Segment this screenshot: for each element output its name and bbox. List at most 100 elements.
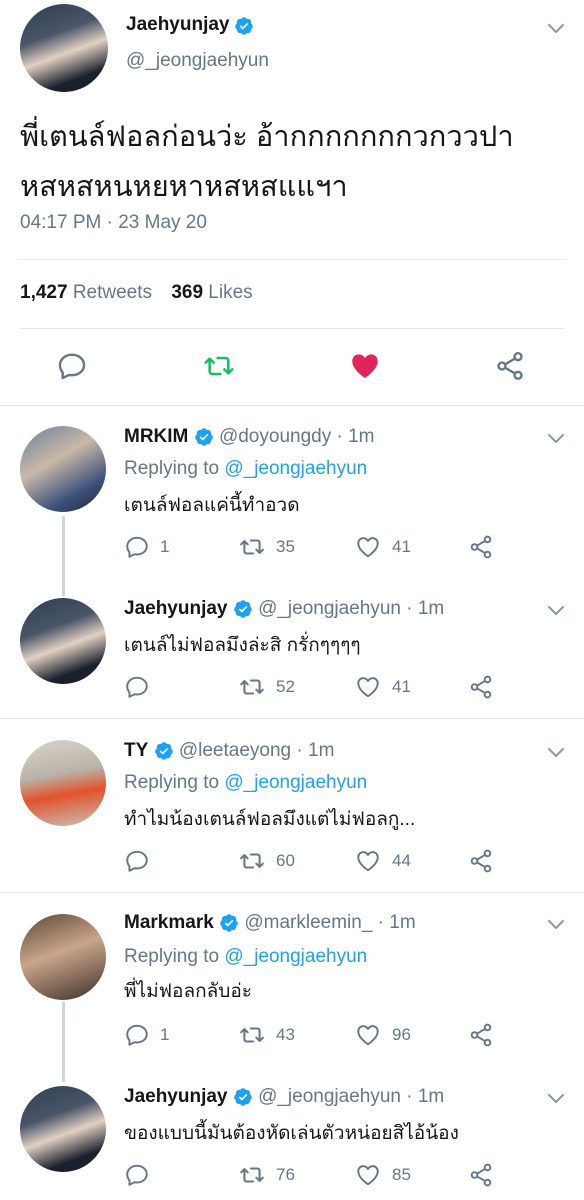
like-count: 44: [392, 851, 411, 870]
retweet-icon[interactable]: [238, 848, 266, 874]
reply-action[interactable]: 1: [124, 1022, 169, 1048]
reply-tweet[interactable]: Jaehyunjay @_jeongjaehyun · 1m ของแบบนี้…: [0, 1074, 584, 1200]
reply-time: · 1m: [336, 426, 375, 447]
replying-to-handle[interactable]: @_jeongjaehyun: [224, 458, 367, 479]
reply-text: เตนล์ฟอลแค่นี้ทำอวด: [124, 495, 300, 516]
author-name[interactable]: Jaehyunjay: [126, 14, 230, 35]
reply-icon[interactable]: [124, 674, 150, 700]
share-icon[interactable]: [468, 674, 494, 700]
chevron-down-icon[interactable]: [544, 598, 568, 622]
like-action[interactable]: 44: [354, 848, 411, 874]
replying-to-label: Replying to: [124, 946, 220, 967]
author-handle[interactable]: @_jeongjaehyun: [126, 50, 269, 72]
retweet-action[interactable]: 43: [238, 1022, 295, 1048]
retweet-action[interactable]: 35: [238, 534, 295, 560]
reply-count: 1: [160, 1025, 170, 1044]
author-avatar[interactable]: [20, 4, 108, 92]
reply-action[interactable]: [124, 848, 150, 874]
reply-author-name[interactable]: Jaehyunjay: [124, 1086, 228, 1107]
divider: [20, 259, 564, 260]
retweet-icon[interactable]: [238, 1022, 266, 1048]
reply-icon[interactable]: [124, 848, 150, 874]
chevron-down-icon[interactable]: [544, 16, 568, 40]
chevron-down-icon[interactable]: [544, 740, 568, 764]
reply-action[interactable]: 1: [124, 534, 169, 560]
retweets-stat[interactable]: 1,427 Retweets: [20, 282, 152, 303]
verified-badge-icon: [219, 913, 239, 933]
retweets-count: 1,427: [20, 282, 68, 303]
retweet-icon[interactable]: [238, 674, 266, 700]
section-divider: [0, 718, 584, 719]
reply-tweet[interactable]: TY @leetaeyong · 1m Replying to @_jeongj…: [0, 728, 584, 892]
reply-text: ทำไมน้องเตนล์ฟอลมึงแต่ไม่ฟอลกู...: [124, 809, 416, 830]
reply-avatar[interactable]: [20, 740, 106, 826]
heart-icon[interactable]: [354, 1162, 382, 1188]
likes-stat[interactable]: 369 Likes: [171, 282, 252, 303]
reply-avatar[interactable]: [20, 598, 106, 684]
reply-action[interactable]: [124, 1162, 150, 1188]
reply-avatar[interactable]: [20, 426, 106, 512]
reply-author-handle[interactable]: @doyoungdy: [219, 426, 331, 447]
reply-author-name[interactable]: TY: [124, 740, 148, 761]
reply-avatar[interactable]: [20, 914, 106, 1000]
share-action[interactable]: [468, 1162, 494, 1188]
reply-text: เตนล์ไม่ฟอลมึงล่ะสิ กรั่กๆๆๆๆ: [124, 635, 361, 656]
reply-author-handle[interactable]: @leetaeyong: [179, 740, 291, 761]
replying-to-handle[interactable]: @_jeongjaehyun: [224, 772, 367, 793]
chevron-down-icon[interactable]: [544, 426, 568, 450]
chevron-down-icon[interactable]: [544, 1086, 568, 1110]
reply-actions: 60 44: [124, 848, 544, 874]
retweet-count: 43: [276, 1025, 295, 1044]
share-icon[interactable]: [468, 534, 494, 560]
reply-icon[interactable]: [124, 1162, 150, 1188]
retweet-icon[interactable]: [202, 350, 236, 382]
heart-icon[interactable]: [354, 674, 382, 700]
like-action[interactable]: 85: [354, 1162, 411, 1188]
reply-action[interactable]: [124, 674, 150, 700]
reply-time: · 1m: [296, 740, 335, 761]
share-action[interactable]: [468, 1022, 494, 1048]
chevron-down-icon[interactable]: [544, 912, 568, 936]
reply-text: ของแบบนี้มันต้องหัดเล่นตัวหน่อยสิไอ้น้อง: [124, 1123, 459, 1144]
share-action[interactable]: [468, 848, 494, 874]
share-action[interactable]: [468, 534, 494, 560]
replying-to: Replying to @_jeongjaehyun: [124, 772, 367, 794]
heart-icon[interactable]: [354, 534, 382, 560]
replying-to-handle[interactable]: @_jeongjaehyun: [224, 946, 367, 967]
retweet-action[interactable]: 52: [238, 674, 295, 700]
like-count: 96: [392, 1025, 411, 1044]
reply-icon[interactable]: [124, 1022, 150, 1048]
main-tweet: Jaehyunjay @_jeongjaehyun พี่เตนล์ฟอลก่อ…: [0, 0, 584, 406]
heart-icon[interactable]: [354, 848, 382, 874]
like-action[interactable]: 41: [354, 534, 411, 560]
like-action[interactable]: 96: [354, 1022, 411, 1048]
reply-avatar[interactable]: [20, 1086, 106, 1172]
reply-icon[interactable]: [56, 350, 88, 382]
reply-author-handle[interactable]: @_jeongjaehyun: [258, 598, 401, 619]
reply-icon[interactable]: [124, 534, 150, 560]
reply-tweet[interactable]: Markmark @markleemin_ · 1m Replying to @…: [0, 900, 584, 1066]
retweet-action[interactable]: 76: [238, 1162, 295, 1188]
like-action[interactable]: 41: [354, 674, 411, 700]
reply-author-name[interactable]: Jaehyunjay: [124, 598, 228, 619]
share-icon[interactable]: [468, 1162, 494, 1188]
retweet-icon[interactable]: [238, 534, 266, 560]
heart-icon[interactable]: [354, 1022, 382, 1048]
reply-author-handle[interactable]: @_jeongjaehyun: [258, 1086, 401, 1107]
reply-tweet[interactable]: Jaehyunjay @_jeongjaehyun · 1m เตนล์ไม่ฟ…: [0, 586, 584, 718]
reply-tweet[interactable]: MRKIM @doyoungdy · 1m Replying to @_jeon…: [0, 414, 584, 580]
share-action[interactable]: [468, 674, 494, 700]
section-divider: [0, 892, 584, 893]
share-icon[interactable]: [494, 350, 526, 382]
retweet-action[interactable]: 60: [238, 848, 295, 874]
reply-author-name[interactable]: Markmark: [124, 912, 214, 933]
reply-author-name[interactable]: MRKIM: [124, 426, 188, 447]
reply-author-handle[interactable]: @markleemin_: [244, 912, 372, 933]
tweet-text-line1: พี่เตนล์ฟอลก่อนว่ะ อ้ากกกกกกกวกววปา: [20, 121, 514, 153]
share-icon[interactable]: [468, 848, 494, 874]
replying-to: Replying to @_jeongjaehyun: [124, 946, 367, 968]
share-icon[interactable]: [468, 1022, 494, 1048]
reply-time: · 1m: [406, 598, 445, 619]
retweet-icon[interactable]: [238, 1162, 266, 1188]
heart-icon[interactable]: [348, 349, 382, 383]
